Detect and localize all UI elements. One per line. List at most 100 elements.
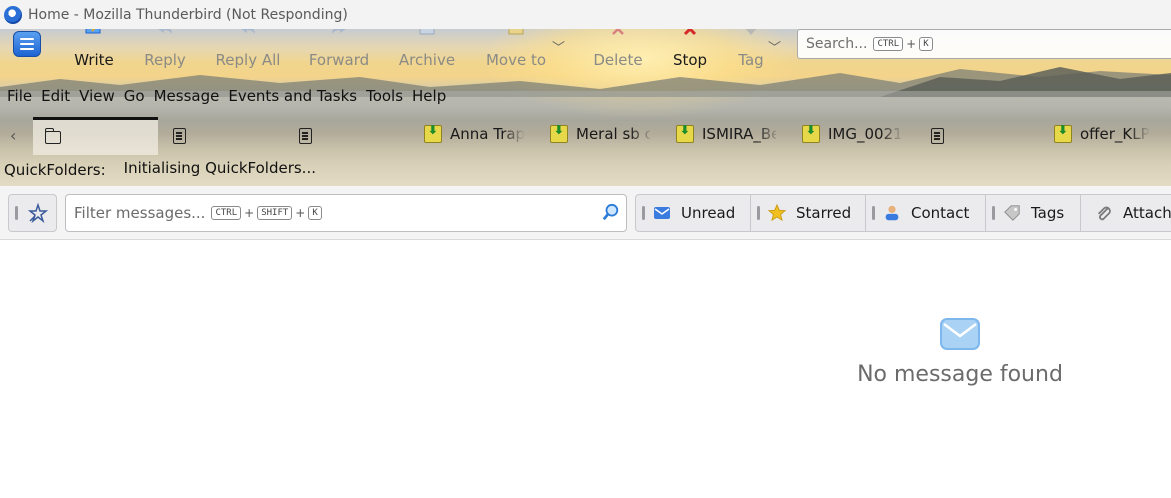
write-button[interactable]: Write <box>70 29 118 73</box>
search-shortcut-plus: + <box>906 37 917 51</box>
reply-all-label: Reply All <box>215 51 281 69</box>
no-message-found-text: No message found <box>857 362 1063 387</box>
move-to-icon <box>508 29 524 35</box>
app-menu-button[interactable] <box>13 31 41 57</box>
filter-tags-button[interactable]: Tags <box>985 194 1081 232</box>
menu-events-and-tasks[interactable]: Events and Tasks <box>228 87 357 109</box>
menu-help[interactable]: Help <box>412 87 446 109</box>
tag-label: Tag <box>738 51 764 69</box>
main-toolbar: Write Reply Reply All Forward Archive Mo… <box>0 29 1171 73</box>
envelope-icon <box>940 318 980 350</box>
empty-message-list: No message found <box>856 318 1064 387</box>
tab-label: offer_KLP <box>1080 125 1150 143</box>
quickfolders-bar: QuickFolders: Initialising QuickFolders.… <box>4 159 316 179</box>
paperclip-icon <box>1095 204 1113 222</box>
tab-home[interactable] <box>33 117 158 155</box>
download-icon <box>676 125 694 143</box>
write-icon <box>85 29 101 34</box>
archive-label: Archive <box>398 51 456 69</box>
filter-unread-label: Unread <box>681 204 736 222</box>
move-to-label: Move to <box>485 51 547 69</box>
filter-unread-button[interactable]: Unread <box>635 194 751 232</box>
sticky-filter-button[interactable] <box>8 194 57 232</box>
theme-banner: Write Reply Reply All Forward Archive Mo… <box>0 29 1171 186</box>
tabs-scroll-left-icon[interactable]: ‹ <box>10 126 16 145</box>
drag-grip-icon <box>642 206 645 220</box>
tab-document-icon[interactable] <box>931 128 944 144</box>
tag-dropdown-chevron-icon[interactable]: ﹀ <box>768 37 781 56</box>
menu-go[interactable]: Go <box>124 87 145 109</box>
forward-label: Forward <box>308 51 370 69</box>
menu-bar: File Edit View Go Message Events and Tas… <box>0 87 448 109</box>
filter-placeholder: Filter messages... <box>74 204 206 222</box>
search-icon[interactable] <box>602 203 620 221</box>
tab-attachment-1[interactable]: Anna Trap <box>424 125 524 143</box>
reply-button[interactable]: Reply <box>142 29 188 73</box>
filter-messages-input[interactable]: Filter messages... CTRL + SHIFT + K <box>65 194 627 232</box>
drag-grip-icon <box>15 206 18 220</box>
envelope-icon <box>653 204 671 222</box>
filter-shortcut-plus: + <box>295 206 306 220</box>
menu-view[interactable]: View <box>79 87 115 109</box>
stop-button[interactable]: Stop <box>670 29 710 73</box>
search-shortcut-k: K <box>919 37 933 51</box>
tab-label: ISMIRA_Be <box>702 125 776 143</box>
menu-message[interactable]: Message <box>154 87 220 109</box>
reply-all-icon <box>241 29 255 34</box>
filter-tags-label: Tags <box>1031 204 1065 222</box>
tab-attachment-2[interactable]: Meral sb c <box>550 125 650 143</box>
stop-icon <box>683 29 697 36</box>
tab-attachment-5[interactable]: offer_KLP <box>1054 125 1154 143</box>
filter-attachment-label: Attach <box>1123 204 1171 222</box>
window-titlebar: Home - Mozilla Thunderbird (Not Respondi… <box>0 0 1171 29</box>
tag-button[interactable]: Tag <box>736 29 766 73</box>
filter-starred-label: Starred <box>796 204 852 222</box>
search-placeholder: Search... <box>806 36 868 52</box>
download-icon <box>802 125 820 143</box>
tag-icon <box>745 29 757 35</box>
forward-button[interactable]: Forward <box>308 29 370 73</box>
tab-document-icon[interactable] <box>299 128 312 144</box>
filter-contact-button[interactable]: Contact <box>865 194 986 232</box>
reply-label: Reply <box>144 51 186 69</box>
tag-icon <box>1003 204 1021 222</box>
filter-starred-button[interactable]: Starred <box>750 194 866 232</box>
delete-icon <box>612 29 624 35</box>
pin-star-icon <box>27 202 48 224</box>
menu-tools[interactable]: Tools <box>366 87 403 109</box>
write-label: Write <box>74 51 114 69</box>
reply-all-button[interactable]: Reply All <box>214 29 282 73</box>
thunderbird-logo-icon <box>4 5 22 24</box>
filter-shortcut-k: K <box>308 206 322 220</box>
menu-edit[interactable]: Edit <box>41 87 70 109</box>
quick-filter-bar: Filter messages... CTRL + SHIFT + K Unre… <box>0 186 1171 240</box>
folder-icon <box>44 128 61 144</box>
delete-button[interactable]: Delete <box>592 29 644 73</box>
filter-attachment-button[interactable]: Attach <box>1080 194 1171 232</box>
contact-icon <box>883 204 901 222</box>
drag-grip-icon <box>757 206 760 220</box>
tab-document-icon[interactable] <box>173 128 186 144</box>
archive-icon <box>419 29 435 35</box>
filter-contact-label: Contact <box>911 204 970 222</box>
menu-file[interactable]: File <box>7 87 32 109</box>
tab-label: IMG_0021 <box>828 125 902 143</box>
filter-shortcut-plus: + <box>244 206 255 220</box>
search-shortcut-ctrl: CTRL <box>873 37 904 51</box>
star-icon <box>768 204 786 222</box>
quickfolders-label[interactable]: QuickFolders: <box>4 161 106 179</box>
filter-shortcut-ctrl: CTRL <box>211 206 242 220</box>
drag-grip-icon <box>872 206 875 220</box>
reply-icon <box>158 29 172 34</box>
drag-grip-icon <box>992 206 995 220</box>
stop-label: Stop <box>672 51 708 69</box>
tab-attachment-3[interactable]: ISMIRA_Be <box>676 125 776 143</box>
archive-button[interactable]: Archive <box>398 29 456 73</box>
download-icon <box>1054 125 1072 143</box>
global-search-input[interactable]: Search... CTRL + K <box>797 29 1171 59</box>
move-to-button[interactable]: Move to <box>484 29 548 73</box>
quickfolders-status: Initialising QuickFolders... <box>123 159 316 177</box>
move-to-dropdown-chevron-icon[interactable]: ﹀ <box>552 37 565 56</box>
tab-label: Anna Trap <box>450 125 524 143</box>
tab-attachment-4[interactable]: IMG_0021 <box>802 125 902 143</box>
